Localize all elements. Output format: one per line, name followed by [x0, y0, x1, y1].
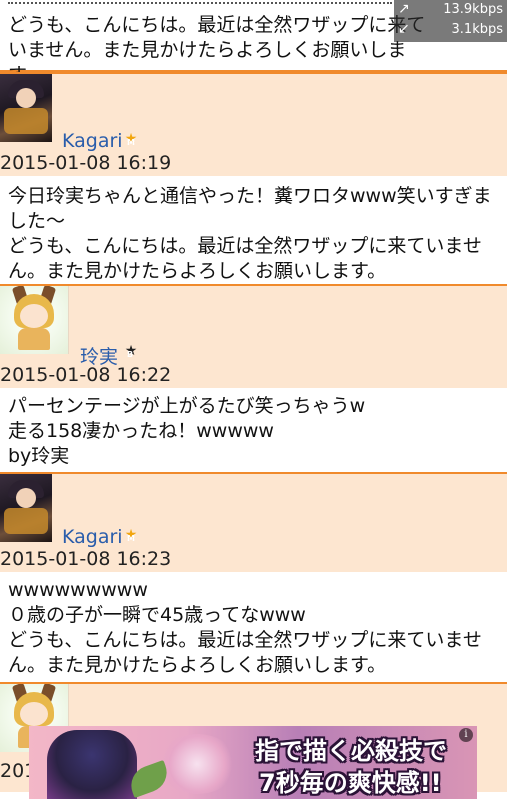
dark-badge-icon: ★ B — [124, 343, 138, 359]
post-body: wwwwwwwww ０歳の子が一瞬で45歳ってなwww どうも、こんにちは。最近… — [0, 572, 507, 682]
info-icon[interactable]: i — [459, 728, 473, 742]
ad-flower-image — [157, 734, 237, 794]
post-header: 玲実 ★ B 2015-01-08 16:22 — [0, 284, 507, 388]
post-header: Kagari ★ M 2015-01-08 16:19 — [0, 72, 507, 176]
avatar[interactable] — [0, 286, 69, 354]
post-body: パーセンテージが上がるたび笑っちゃうw 走る158凄かったね！wwwww by玲… — [0, 388, 507, 472]
download-speed: 3.1kbps — [451, 22, 503, 37]
message-text: wwwwwwwww ０歳の子が一瞬で45歳ってなwww どうも、こんにちは。最近… — [8, 579, 482, 676]
network-speed-overlay: ↗ 13.9kbps ↙ 3.1kbps — [394, 0, 507, 42]
message-text: 今日玲実ちゃんと通信やった！糞ワロタwww笑いすぎました〜 どうも、こんにちは。… — [8, 185, 492, 282]
download-arrow-icon: ↙ — [398, 21, 410, 37]
username[interactable]: Kagari — [62, 526, 123, 548]
timestamp: 2015-01-08 16:19 — [0, 152, 172, 174]
post-body: 今日玲実ちゃんと通信やった！糞ワロタwww笑いすぎました〜 どうも、こんにちは。… — [0, 176, 507, 284]
ad-headline: 指で描く必殺技で — [255, 737, 447, 765]
post: Kagari ★ M 2015-01-08 16:19 今日玲実ちゃんと通信やった… — [0, 72, 507, 284]
upload-speed: 13.9kbps — [443, 2, 503, 17]
timestamp: 2015-01-08 16:22 — [0, 364, 172, 386]
ad-character-image — [47, 730, 137, 799]
ad-subline: 7秒毎の爽快感!! — [259, 769, 442, 797]
star-badge-icon: ★ M — [124, 527, 138, 543]
message-text: パーセンテージが上がるたび笑っちゃうw 走る158凄かったね！wwwww by玲… — [8, 395, 366, 467]
post: Kagari ★ M 2015-01-08 16:23 wwwwwwwww ０歳の… — [0, 472, 507, 682]
username[interactable]: Kagari — [62, 130, 123, 152]
avatar[interactable] — [0, 474, 52, 542]
timestamp: 2015-01-08 16:23 — [0, 548, 172, 570]
post: 玲実 ★ B 2015-01-08 16:22 パーセンテージが上がるたび笑っちゃ… — [0, 284, 507, 472]
upload-arrow-icon: ↗ — [398, 1, 410, 17]
message-feed: どうも、こんにちは。最近は全然ワザップに来ていません。また見かけたらよろしくお願… — [0, 0, 507, 792]
avatar[interactable] — [0, 74, 52, 142]
star-badge-icon: ★ M — [124, 131, 138, 147]
post-header: Kagari ★ M 2015-01-08 16:23 — [0, 472, 507, 572]
divider — [8, 2, 392, 6]
ad-banner[interactable]: 指で描く必殺技で 7秒毎の爽快感!! i — [29, 726, 477, 799]
